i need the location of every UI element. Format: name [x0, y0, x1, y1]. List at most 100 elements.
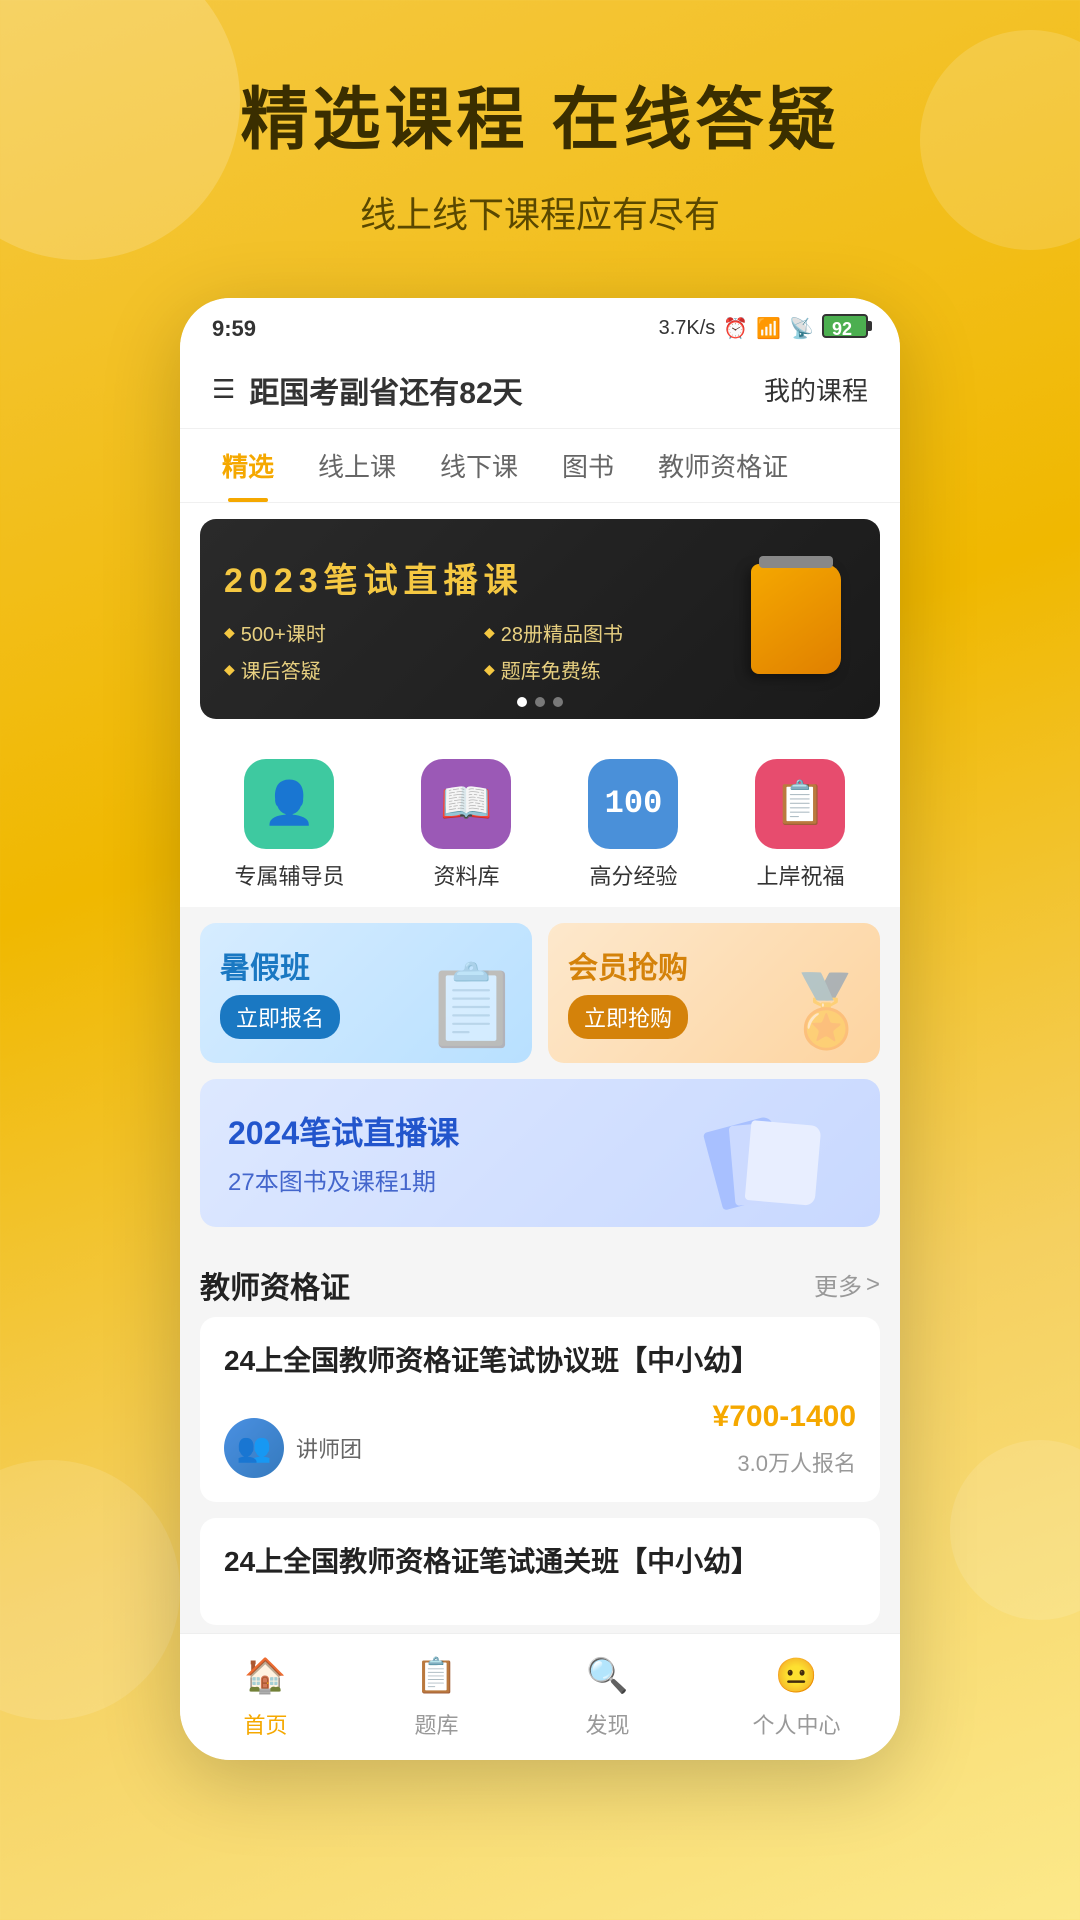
- tutor-icon: 👤: [244, 759, 334, 849]
- nav-questions[interactable]: 📋 题库: [410, 1650, 462, 1740]
- quick-actions: 👤 专属辅导员 📖 资料库 100 高分经验 📋 上岸祝福: [180, 735, 900, 907]
- phone-container: 9:59 3.7K/s ⏰ 📶 📡 92 ☰ 距国考副省还有82天 我的课程 精…: [180, 298, 900, 1760]
- tab-teacher-cert[interactable]: 教师资格证: [636, 429, 810, 502]
- vip-deco: 🏅: [783, 971, 870, 1053]
- status-icons: 3.7K/s ⏰ 📶 📡 92: [659, 314, 868, 344]
- course-card-1[interactable]: 24上全国教师资格证笔试协议班【中小幼】 👥 讲师团 ¥700-1400 3.0…: [200, 1317, 880, 1502]
- home-label: 首页: [243, 1708, 287, 1740]
- promo-section: 暑假班 立即报名 📋 会员抢购 立即抢购 🏅: [180, 907, 900, 1079]
- book-stack: [712, 1103, 832, 1203]
- tab-online[interactable]: 线上课: [296, 429, 418, 502]
- banner-content: 2023笔试直播课 500+课时 28册精品图书 课后答疑 题库免费练: [224, 553, 736, 684]
- price-enrollment-1: ¥700-1400 3.0万人报名: [713, 1400, 856, 1478]
- banner-dots: [517, 697, 563, 707]
- banner-features: 500+课时 28册精品图书 课后答疑 题库免费练: [224, 618, 736, 684]
- nav-home[interactable]: 🏠 首页: [239, 1650, 291, 1740]
- hero-subtitle: 线上线下课程应有尽有: [40, 186, 1040, 238]
- blessing-label: 上岸祝福: [756, 859, 844, 891]
- course-title-2: 24上全国教师资格证笔试通关班【中小幼】: [224, 1542, 856, 1581]
- action-experience[interactable]: 100 高分经验: [588, 759, 678, 891]
- main-banner[interactable]: 2023笔试直播课 500+课时 28册精品图书 课后答疑 题库免费练: [200, 519, 880, 719]
- signal-icon: 📶: [756, 316, 781, 341]
- enrollment-1: 3.0万人报名: [713, 1446, 856, 1478]
- teacher-cert-title: 教师资格证: [200, 1263, 350, 1307]
- hero-section: 精选课程 在线答疑 线上线下课程应有尽有: [0, 0, 1080, 278]
- battery-icon: 92: [822, 314, 868, 338]
- my-courses-link[interactable]: 我的课程: [764, 371, 868, 408]
- summer-title: 暑假班: [220, 943, 340, 987]
- nav-profile[interactable]: 😐 个人中心: [752, 1650, 840, 1740]
- featured-content: 2024笔试直播课 27本图书及课程1期: [228, 1108, 692, 1197]
- discover-icon: 🔍: [581, 1650, 633, 1702]
- featured-banner: 2024笔试直播课 27本图书及课程1期: [180, 1079, 900, 1243]
- price-1: ¥700-1400: [713, 1400, 856, 1434]
- action-blessing[interactable]: 📋 上岸祝福: [755, 759, 845, 891]
- questions-label: 题库: [414, 1708, 458, 1740]
- course-info-1: 👥 讲师团 ¥700-1400 3.0万人报名: [224, 1400, 856, 1478]
- network-speed: 3.7K/s: [659, 317, 716, 340]
- deco-circle-br: [950, 1440, 1080, 1620]
- banner-feature-3: 题库免费练: [484, 655, 736, 684]
- teacher-name-1: 讲师团: [296, 1432, 362, 1464]
- featured-deco: [692, 1103, 852, 1203]
- hamburger-icon[interactable]: ☰: [212, 374, 235, 405]
- action-tutor[interactable]: 👤 专属辅导员: [234, 759, 344, 891]
- tab-books[interactable]: 图书: [540, 429, 636, 502]
- wifi-icon: 📡: [789, 316, 814, 341]
- banner-title: 2023笔试直播课: [224, 553, 736, 602]
- teacher-avatar-1: 👥: [224, 1418, 284, 1478]
- status-time: 9:59: [212, 316, 256, 342]
- summer-content: 暑假班 立即报名: [220, 943, 340, 1039]
- dot-1: [535, 697, 545, 707]
- bottom-nav: 🏠 首页 📋 题库 🔍 发现 😐 个人中心: [180, 1633, 900, 1760]
- profile-label: 个人中心: [752, 1708, 840, 1740]
- experience-label: 高分经验: [589, 859, 677, 891]
- battery-level: 92: [832, 319, 852, 340]
- vip-title: 会员抢购: [568, 943, 688, 987]
- deco-circle-bl: [0, 1460, 180, 1720]
- nav-bar: ☰ 距国考副省还有82天 我的课程: [180, 354, 900, 429]
- notebook-icon: [751, 564, 841, 674]
- summer-btn[interactable]: 立即报名: [220, 995, 340, 1039]
- library-icon: 📖: [421, 759, 511, 849]
- profile-icon: 😐: [770, 1650, 822, 1702]
- nav-discover[interactable]: 🔍 发现: [581, 1650, 633, 1740]
- dot-0: [517, 697, 527, 707]
- course-title-1: 24上全国教师资格证笔试协议班【中小幼】: [224, 1341, 856, 1380]
- experience-icon: 100: [588, 759, 678, 849]
- library-label: 资料库: [433, 859, 499, 891]
- featured-card[interactable]: 2024笔试直播课 27本图书及课程1期: [200, 1079, 880, 1227]
- nav-left: ☰ 距国考副省还有82天: [212, 368, 523, 412]
- home-icon: 🏠: [239, 1650, 291, 1702]
- teacher-info-1: 👥 讲师团: [224, 1418, 362, 1478]
- questions-icon: 📋: [410, 1650, 462, 1702]
- hero-title: 精选课程 在线答疑: [40, 80, 1040, 162]
- banner-feature-0: 500+课时: [224, 618, 476, 647]
- teacher-cert-header: 教师资格证 更多: [180, 1243, 900, 1317]
- book-3: [745, 1120, 822, 1206]
- banner-feature-2: 课后答疑: [224, 655, 476, 684]
- promo-summer[interactable]: 暑假班 立即报名 📋: [200, 923, 532, 1063]
- countdown-label: 距国考副省还有82天: [249, 368, 522, 412]
- tutor-label: 专属辅导员: [234, 859, 344, 891]
- banner-section: 2023笔试直播课 500+课时 28册精品图书 课后答疑 题库免费练: [180, 503, 900, 735]
- vip-btn[interactable]: 立即抢购: [568, 995, 688, 1039]
- teacher-cert-more[interactable]: 更多: [814, 1267, 880, 1302]
- banner-right: [736, 564, 856, 674]
- dot-2: [553, 697, 563, 707]
- promo-vip[interactable]: 会员抢购 立即抢购 🏅: [548, 923, 880, 1063]
- discover-label: 发现: [585, 1708, 629, 1740]
- action-library[interactable]: 📖 资料库: [421, 759, 511, 891]
- alarm-icon: ⏰: [723, 316, 748, 341]
- banner-feature-1: 28册精品图书: [484, 618, 736, 647]
- vip-content: 会员抢购 立即抢购: [568, 943, 688, 1039]
- tabs-bar: 精选 线上课 线下课 图书 教师资格证: [180, 429, 900, 503]
- featured-desc: 27本图书及课程1期: [228, 1162, 692, 1197]
- tab-offline[interactable]: 线下课: [418, 429, 540, 502]
- tab-featured[interactable]: 精选: [200, 429, 296, 502]
- status-bar: 9:59 3.7K/s ⏰ 📶 📡 92: [180, 298, 900, 354]
- course-card-2[interactable]: 24上全国教师资格证笔试通关班【中小幼】: [200, 1518, 880, 1625]
- blessing-icon: 📋: [755, 759, 845, 849]
- summer-deco: 📋: [422, 959, 522, 1053]
- featured-title: 2024笔试直播课: [228, 1108, 692, 1154]
